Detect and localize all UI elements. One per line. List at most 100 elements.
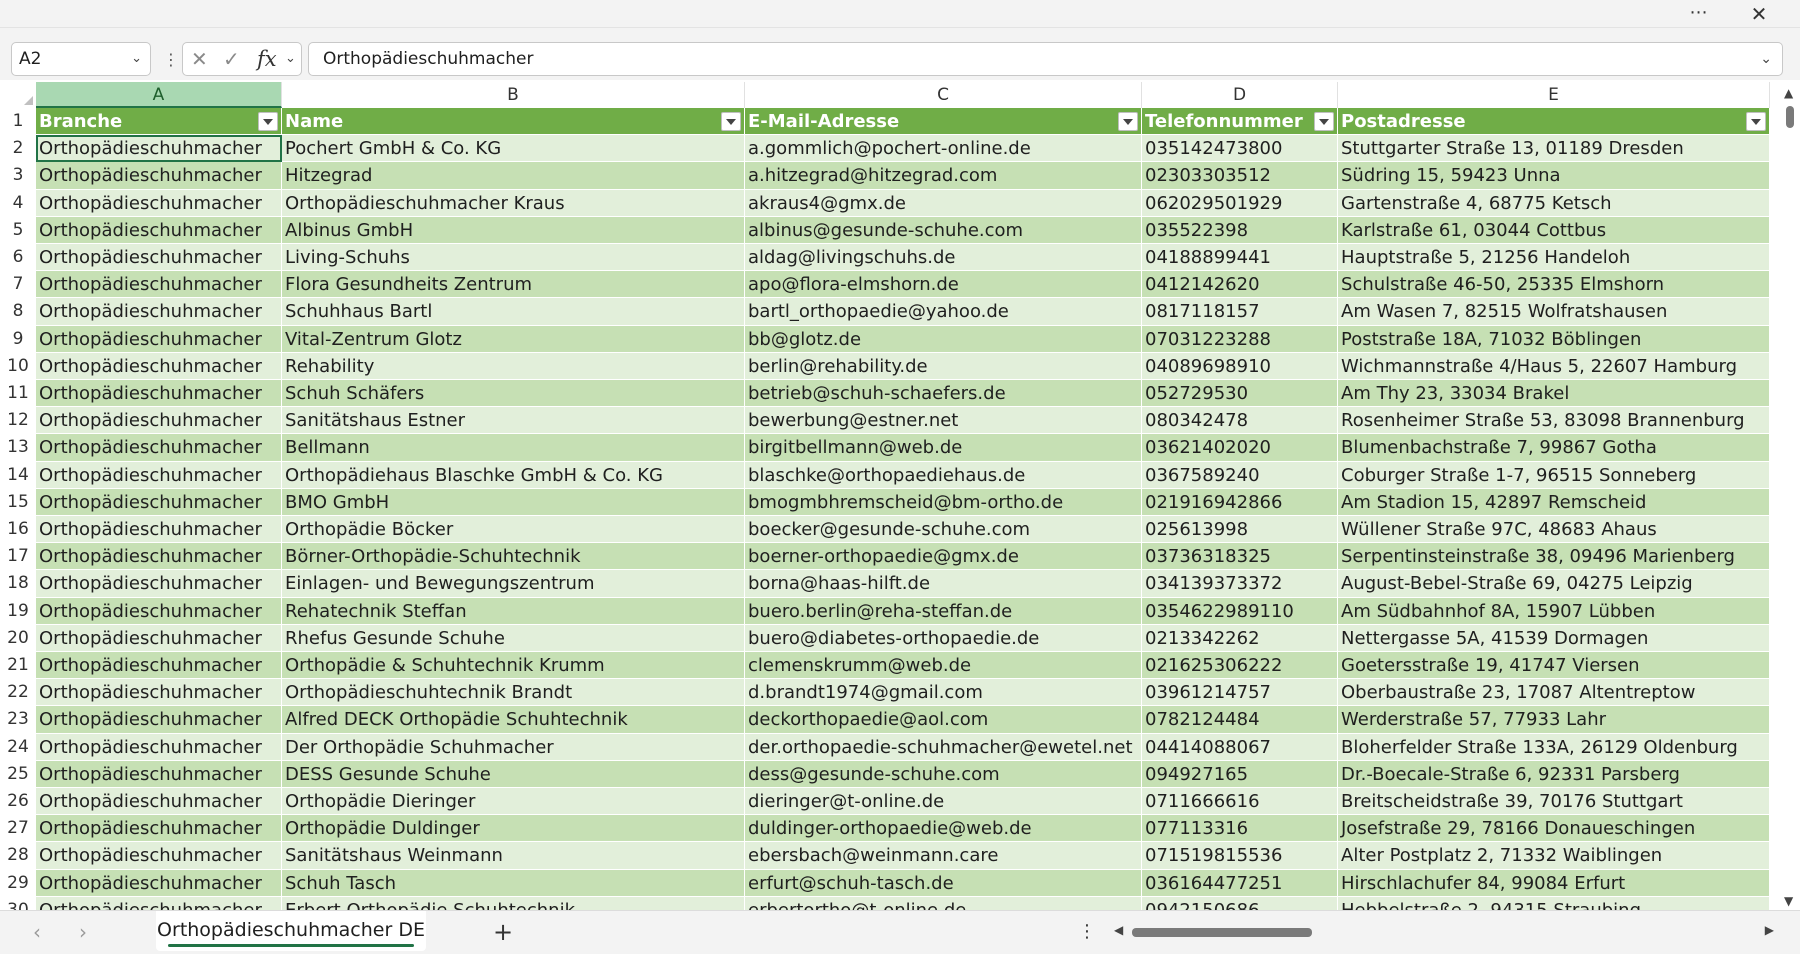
chevron-right-icon[interactable]: › (68, 919, 98, 945)
scroll-thumb[interactable] (1786, 106, 1794, 128)
cell-branche[interactable]: Orthopädieschuhmacher (36, 352, 282, 380)
cell-email[interactable]: a.gommlich@pochert-online.de (745, 135, 1142, 163)
cell-email[interactable]: borna@haas-hilft.de (745, 570, 1142, 598)
column-header-a[interactable]: A (36, 82, 282, 108)
cell-email[interactable]: berlin@rehability.de (745, 352, 1142, 380)
cell-postadresse[interactable]: Am Thy 23, 33034 Brakel (1338, 380, 1770, 408)
cell-telefon[interactable]: 0367589240 (1142, 461, 1338, 489)
vertical-scrollbar[interactable]: ▲ ▼ (1780, 80, 1800, 910)
cell-email[interactable]: buero.berlin@reha-steffan.de (745, 597, 1142, 625)
cell-telefon[interactable]: 035522398 (1142, 216, 1338, 244)
cell-name[interactable]: Orthopädie Duldinger (282, 815, 745, 843)
cell-telefon[interactable]: 03621402020 (1142, 434, 1338, 462)
header-cell-email[interactable]: E-Mail-Adresse (745, 108, 1142, 136)
cell-postadresse[interactable]: Schulstraße 46-50, 25335 Elmshorn (1338, 271, 1770, 299)
cell-postadresse[interactable]: Wichmannstraße 4/Haus 5, 22607 Hamburg (1338, 352, 1770, 380)
row-number[interactable]: 28 (0, 842, 36, 869)
header-cell-branche[interactable]: Branche (36, 108, 282, 136)
cell-postadresse[interactable]: Nettergasse 5A, 41539 Dormagen (1338, 624, 1770, 652)
cell-telefon[interactable]: 02303303512 (1142, 162, 1338, 190)
cell-email[interactable]: boecker@gesunde-schuhe.com (745, 516, 1142, 544)
scroll-right-icon[interactable]: ▶ (1765, 923, 1774, 937)
cell-email[interactable]: dess@gesunde-schuhe.com (745, 760, 1142, 788)
header-cell-telefon[interactable]: Telefonnummer (1142, 108, 1338, 136)
cell-name[interactable]: Börner-Orthopädie-Schuhtechnik (282, 543, 745, 571)
cell-branche[interactable]: Orthopädieschuhmacher (36, 271, 282, 299)
cell-branche[interactable]: Orthopädieschuhmacher (36, 896, 282, 910)
row-number[interactable]: 25 (0, 761, 36, 788)
row-number[interactable]: 13 (0, 434, 36, 461)
cell-telefon[interactable]: 036164477251 (1142, 869, 1338, 897)
cell-branche[interactable]: Orthopädieschuhmacher (36, 407, 282, 435)
cell-branche[interactable]: Orthopädieschuhmacher (36, 216, 282, 244)
cell-email[interactable]: bb@glotz.de (745, 325, 1142, 353)
cell-name[interactable]: Albinus GmbH (282, 216, 745, 244)
cell-name[interactable]: Orthopädie & Schuhtechnik Krumm (282, 652, 745, 680)
scroll-down-icon[interactable]: ▼ (1784, 894, 1793, 908)
column-header-b[interactable]: B (282, 82, 745, 108)
more-options-icon[interactable]: ⋯ (1684, 2, 1714, 26)
row-number[interactable]: 5 (0, 217, 36, 244)
cell-email[interactable]: aldag@livingschuhs.de (745, 244, 1142, 272)
row-number[interactable]: 10 (0, 353, 36, 380)
row-number[interactable]: 15 (0, 489, 36, 516)
header-cell-name[interactable]: Name (282, 108, 745, 136)
cell-branche[interactable]: Orthopädieschuhmacher (36, 570, 282, 598)
cell-name[interactable]: Schuh Tasch (282, 869, 745, 897)
cell-branche[interactable]: Orthopädieschuhmacher (36, 869, 282, 897)
cell-postadresse[interactable]: Dr.-Boecale-Straße 6, 92331 Parsberg (1338, 760, 1770, 788)
cell-telefon[interactable]: 035142473800 (1142, 135, 1338, 163)
cell-email[interactable]: a.hitzegrad@hitzegrad.com (745, 162, 1142, 190)
cell-email[interactable]: blaschke@orthopaediehaus.de (745, 461, 1142, 489)
cell-telefon[interactable]: 062029501929 (1142, 189, 1338, 217)
chevron-left-icon[interactable]: ‹ (22, 919, 52, 945)
cell-postadresse[interactable]: Goetersstraße 19, 41747 Viersen (1338, 652, 1770, 680)
cell-postadresse[interactable]: Blumenbachstraße 7, 99867 Gotha (1338, 434, 1770, 462)
active-cell[interactable]: Orthopädieschuhmacher (36, 135, 282, 163)
cell-email[interactable]: bartl_orthopaedie@yahoo.de (745, 298, 1142, 326)
cell-branche[interactable]: Orthopädieschuhmacher (36, 760, 282, 788)
row-number[interactable]: 3 (0, 162, 36, 189)
cell-postadresse[interactable]: Serpentinsteinstraße 38, 09496 Marienber… (1338, 543, 1770, 571)
cell-postadresse[interactable]: Bloherfelder Straße 133A, 26129 Oldenbur… (1338, 733, 1770, 761)
filter-dropdown-icon[interactable] (1314, 112, 1334, 131)
cell-email[interactable]: buero@diabetes-orthopaedie.de (745, 624, 1142, 652)
cell-postadresse[interactable]: Wüllener Straße 97C, 48683 Ahaus (1338, 516, 1770, 544)
cell-name[interactable]: Orthopädiehaus Blaschke GmbH & Co. KG (282, 461, 745, 489)
cell-telefon[interactable]: 04414088067 (1142, 733, 1338, 761)
cell-name[interactable]: BMO GmbH (282, 488, 745, 516)
cell-email[interactable]: deckorthopaedie@aol.com (745, 706, 1142, 734)
cell-name[interactable]: Vital-Zentrum Glotz (282, 325, 745, 353)
formula-input[interactable]: Orthopädieschuhmacher ⌄ (308, 42, 1783, 76)
row-number[interactable]: 16 (0, 516, 36, 543)
cell-branche[interactable]: Orthopädieschuhmacher (36, 597, 282, 625)
select-all-corner[interactable] (0, 82, 36, 108)
cell-postadresse[interactable]: August-Bebel-Straße 69, 04275 Leipzig (1338, 570, 1770, 598)
column-header-e[interactable]: E (1338, 82, 1770, 108)
row-number[interactable]: 1 (0, 108, 36, 135)
row-number[interactable]: 26 (0, 788, 36, 815)
row-number[interactable]: 17 (0, 543, 36, 570)
cell-telefon[interactable]: 0942150686 (1142, 896, 1338, 910)
row-number[interactable]: 19 (0, 598, 36, 625)
cell-postadresse[interactable]: Rosenheimer Straße 53, 83098 Brannenburg (1338, 407, 1770, 435)
check-icon[interactable]: ✓ (223, 43, 240, 75)
cell-postadresse[interactable]: Südring 15, 59423 Unna (1338, 162, 1770, 190)
cell-telefon[interactable]: 0354622989110 (1142, 597, 1338, 625)
cell-branche[interactable]: Orthopädieschuhmacher (36, 652, 282, 680)
cell-name[interactable]: Pochert GmbH & Co. KG (282, 135, 745, 163)
cell-name[interactable]: Erbert Orthopädie Schuhtechnik (282, 896, 745, 910)
cell-email[interactable]: apo@flora-elmshorn.de (745, 271, 1142, 299)
cell-name[interactable]: Orthopädieschuhmacher Kraus (282, 189, 745, 217)
column-header-d[interactable]: D (1142, 82, 1338, 108)
cell-name[interactable]: Living-Schuhs (282, 244, 745, 272)
cell-telefon[interactable]: 0213342262 (1142, 624, 1338, 652)
expand-formula-chevron-icon[interactable]: ⌄ (1760, 43, 1772, 75)
cell-telefon[interactable]: 021916942866 (1142, 488, 1338, 516)
cell-postadresse[interactable]: Hebbelstraße 2, 94315 Straubing (1338, 896, 1770, 910)
cell-branche[interactable]: Orthopädieschuhmacher (36, 842, 282, 870)
row-number[interactable]: 22 (0, 679, 36, 706)
cell-branche[interactable]: Orthopädieschuhmacher (36, 679, 282, 707)
cell-telefon[interactable]: 0711666616 (1142, 788, 1338, 816)
cell-branche[interactable]: Orthopädieschuhmacher (36, 788, 282, 816)
